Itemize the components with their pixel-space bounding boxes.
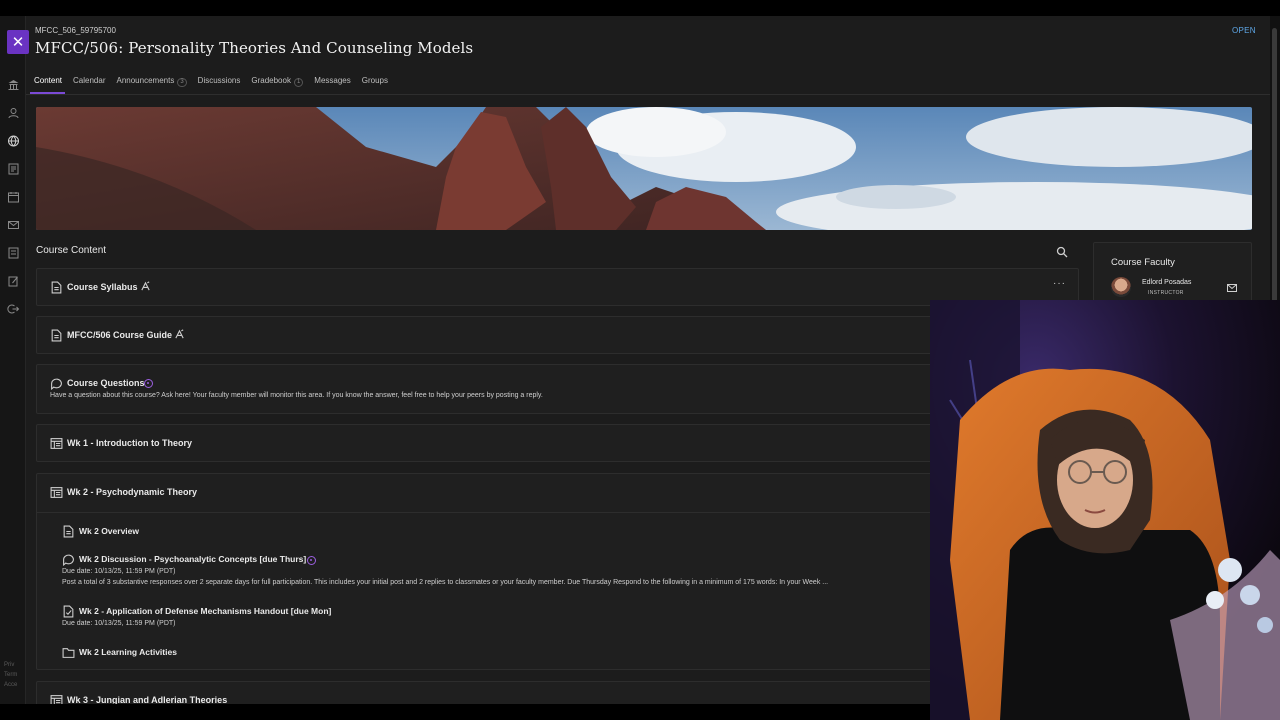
tab-gradebook[interactable]: Gradebook 1 <box>245 72 308 94</box>
course-faculty-panel: Course Faculty Edlord Posadas INSTRUCTOR <box>1093 242 1252 304</box>
sign-out-icon[interactable] <box>6 303 20 315</box>
due-date: Due date: 10/13/25, 11:59 PM (PDT) <box>62 568 176 575</box>
terms-link[interactable]: Term <box>4 670 17 680</box>
tab-calendar[interactable]: Calendar <box>67 72 110 94</box>
tab-content[interactable]: Content <box>28 72 67 94</box>
discussion-icon <box>63 554 74 566</box>
sub-item-wk2-overview[interactable]: Wk 2 Overview <box>79 526 139 536</box>
unread-indicator-icon <box>307 556 316 565</box>
tools-icon[interactable] <box>6 275 20 287</box>
content-item-wk1[interactable]: Wk 1 - Introduction to Theory <box>36 424 1079 462</box>
content-item-description: Post a total of 3 substantive responses … <box>62 579 829 586</box>
unread-indicator-icon <box>144 379 153 388</box>
ai-assist-icon <box>175 329 184 339</box>
assignment-icon <box>63 605 74 618</box>
content-item-course-questions[interactable]: Course Questions Have a question about t… <box>36 364 1079 414</box>
document-icon <box>51 281 62 294</box>
content-item-course-syllabus[interactable]: Course Syllabus ··· <box>36 268 1079 306</box>
content-item-course-guide[interactable]: MFCC/506 Course Guide <box>36 316 1079 354</box>
course-id: MFCC_506_59795700 <box>35 26 116 35</box>
sub-item-wk2-handout[interactable]: Wk 2 - Application of Defense Mechanisms… <box>79 606 331 616</box>
scrollbar-thumb[interactable] <box>1272 28 1277 308</box>
due-date: Due date: 10/13/25, 11:59 PM (PDT) <box>62 620 176 627</box>
announcements-count-badge: 3 <box>177 78 187 87</box>
document-icon <box>63 525 74 538</box>
privacy-link[interactable]: Priv <box>4 660 17 670</box>
tab-announcements[interactable]: Announcements 3 <box>111 72 192 94</box>
learning-module-icon <box>50 438 63 449</box>
more-options-icon[interactable]: ··· <box>1053 278 1066 289</box>
content-item-description: Have a question about this course? Ask h… <box>50 392 543 399</box>
instructor-name[interactable]: Edlord Posadas <box>1142 279 1191 286</box>
courses-icon[interactable] <box>6 135 20 147</box>
tab-messages[interactable]: Messages <box>308 72 355 94</box>
course-banner-image <box>36 107 1252 230</box>
messages-icon[interactable] <box>6 219 20 231</box>
content-item-label[interactable]: Wk 3 - Jungian and Adlerian Theories <box>67 695 227 704</box>
sub-item-wk2-learning-activities[interactable]: Wk 2 Learning Activities <box>79 647 177 657</box>
content-item-label[interactable]: Wk 1 - Introduction to Theory <box>67 438 192 448</box>
grades-icon[interactable] <box>6 247 20 259</box>
global-nav-rail: Priv Term Acce <box>0 16 26 704</box>
tab-discussions[interactable]: Discussions <box>192 72 246 94</box>
profile-icon[interactable] <box>6 107 20 119</box>
sub-item-wk2-discussion[interactable]: Wk 2 Discussion - Psychoanalytic Concept… <box>79 554 306 564</box>
course-faculty-title: Course Faculty <box>1111 257 1175 268</box>
content-item-label[interactable]: MFCC/506 Course Guide <box>67 330 172 340</box>
content-item-label[interactable]: Course Syllabus <box>67 282 138 292</box>
top-black-bar <box>0 0 1280 16</box>
organizations-icon[interactable] <box>6 163 20 175</box>
discussion-icon <box>51 378 62 390</box>
course-tabs: Content Calendar Announcements 3 Discussi… <box>28 72 393 94</box>
content-item-wk3[interactable]: Wk 3 - Jungian and Adlerian Theories <box>36 681 1079 704</box>
avatar[interactable] <box>1111 277 1131 297</box>
content-item-label[interactable]: Course Questions <box>67 378 145 388</box>
tab-groups[interactable]: Groups <box>356 72 393 94</box>
gradebook-count-badge: 1 <box>293 78 304 87</box>
close-icon: ✕ <box>11 34 25 51</box>
folder-icon <box>62 648 75 658</box>
accessibility-link[interactable]: Acce <box>4 680 17 690</box>
legal-links[interactable]: Priv Term Acce <box>4 660 17 690</box>
course-title: MFCC/506: Personality Theories And Couns… <box>35 39 474 57</box>
learning-module-icon <box>50 487 63 498</box>
search-icon[interactable] <box>1056 246 1068 258</box>
learning-module-icon <box>50 695 63 704</box>
content-item-label[interactable]: Wk 2 - Psychodynamic Theory <box>67 487 197 497</box>
module-divider <box>37 512 1078 513</box>
ai-assist-icon <box>141 281 150 291</box>
message-instructor-icon[interactable] <box>1227 284 1237 292</box>
course-content-heading: Course Content <box>36 245 107 256</box>
instructor-role: INSTRUCTOR <box>1148 290 1184 296</box>
course-status-badge: OPEN <box>1232 26 1256 35</box>
content-item-wk2[interactable]: Wk 2 - Psychodynamic Theory Wk 2 Overvie… <box>36 473 1079 670</box>
tab-divider <box>26 94 1270 95</box>
document-icon <box>51 329 62 342</box>
calendar-icon[interactable] <box>6 191 20 203</box>
webcam-overlay <box>930 300 1280 720</box>
close-course-button[interactable]: ✕ <box>7 30 29 54</box>
institution-icon[interactable] <box>6 79 20 91</box>
